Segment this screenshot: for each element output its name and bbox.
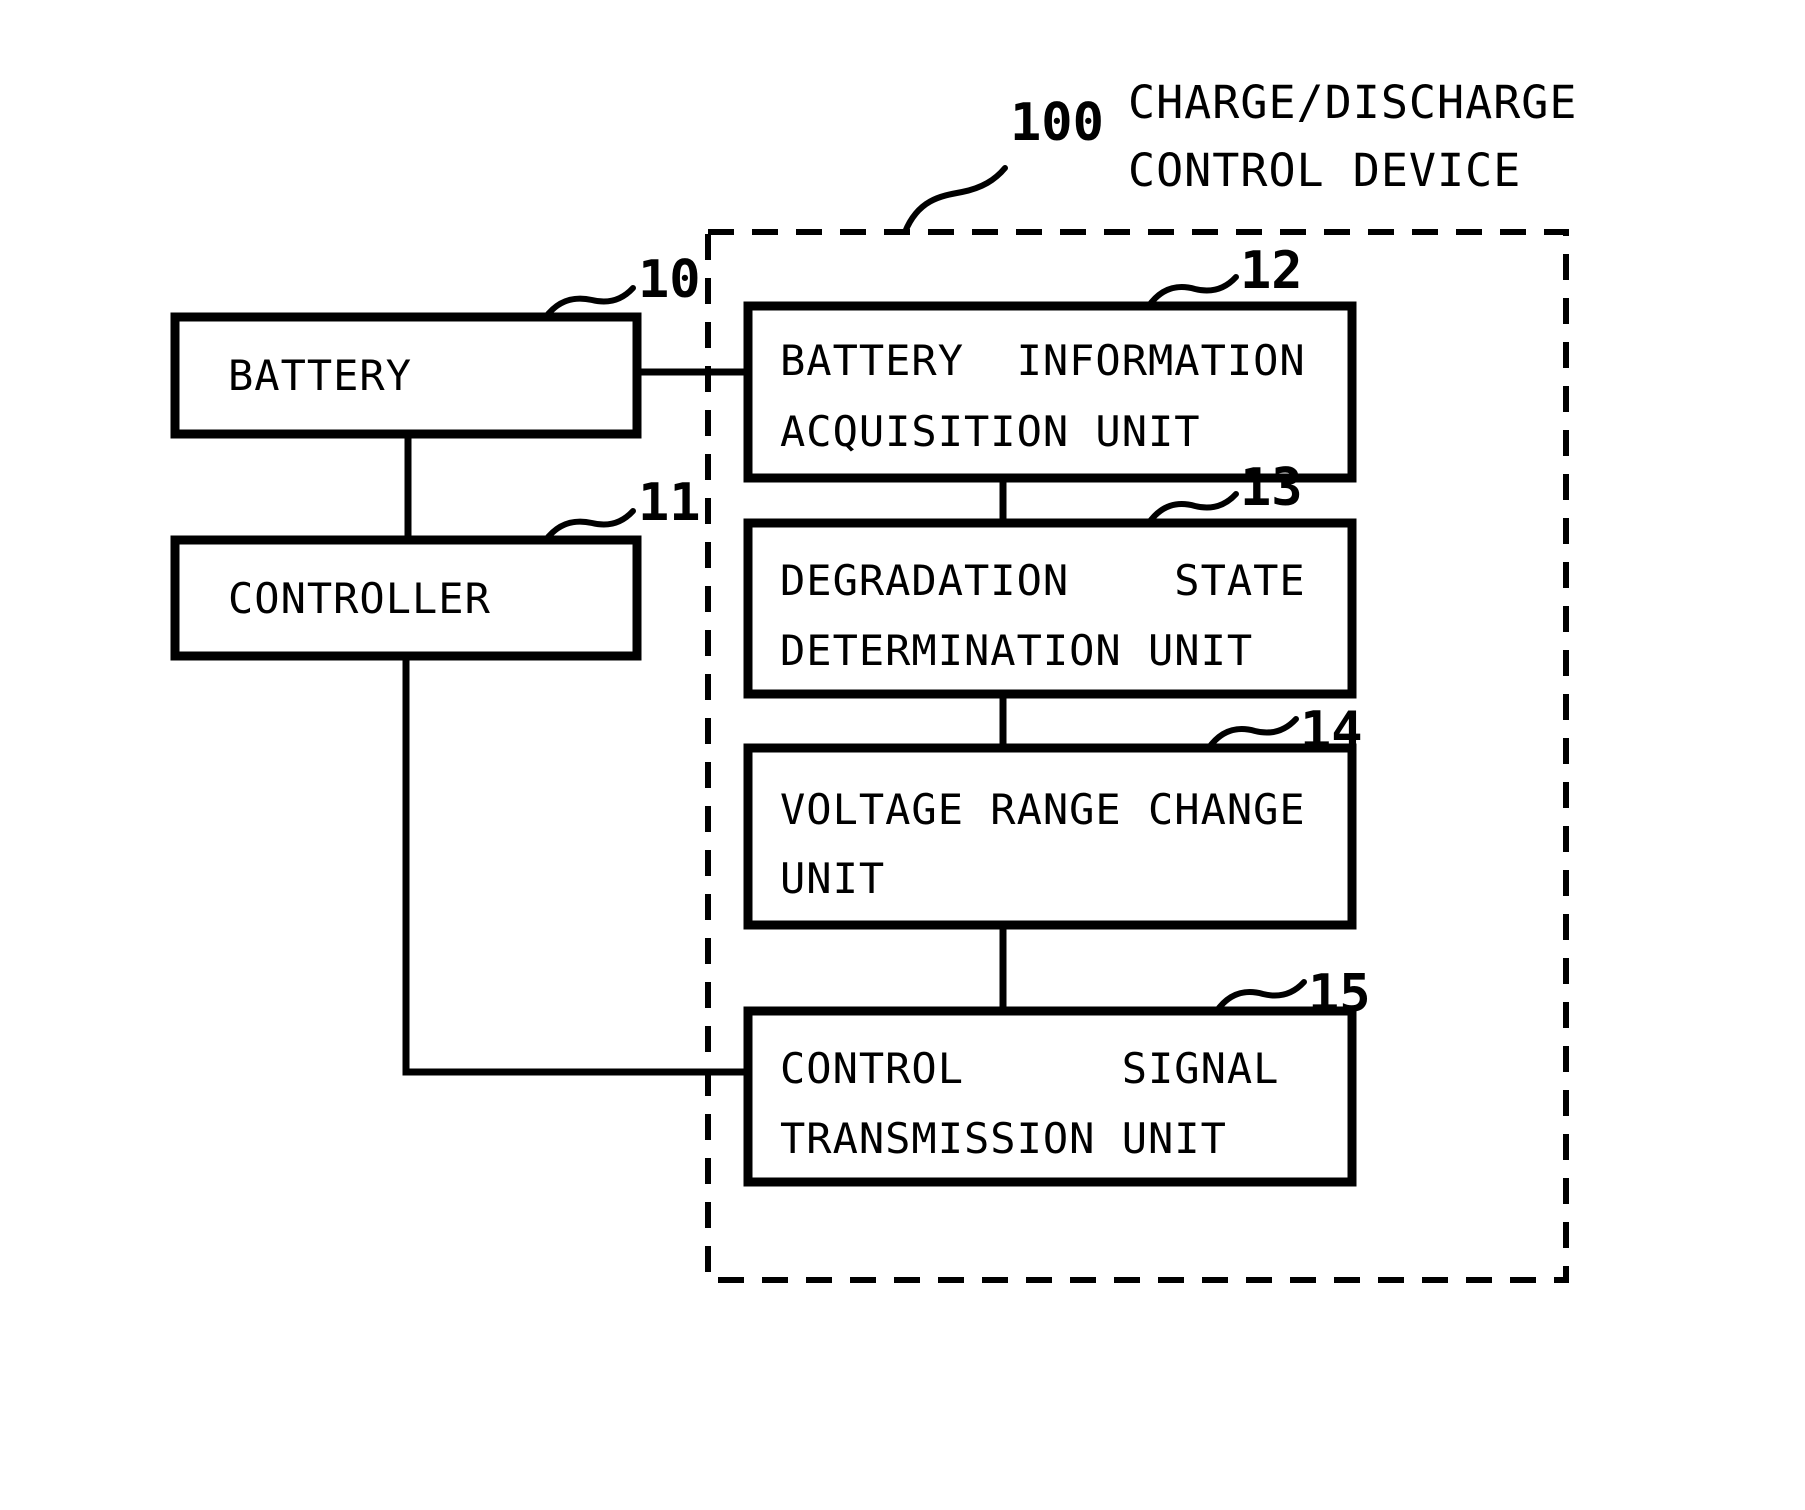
block-diagram-canvas: BATTERY CONTROLLER BATTERY INFORMATION A… [170,76,1577,1283]
block-14-label-line1: VOLTAGE RANGE CHANGE [780,785,1306,834]
leader-line-100 [902,165,1008,235]
block-14-label-line2: UNIT [780,854,885,903]
block-controller-label: CONTROLLER [228,574,491,623]
block-controller[interactable]: CONTROLLER [170,535,642,661]
reference-numeral-15: 15 [1308,964,1371,1024]
block-12-label-line1: BATTERY INFORMATION [780,336,1306,385]
block-degradation-state-determination-unit[interactable]: DEGRADATION STATE DETERMINATION UNIT [743,518,1357,699]
figure-title-line1: CHARGE/DISCHARGE [1128,76,1577,129]
patent-figure: BATTERY CONTROLLER BATTERY INFORMATION A… [0,0,1805,1510]
reference-numeral-13: 13 [1240,458,1303,518]
reference-numeral-100: 100 [1010,93,1104,153]
reference-numeral-14: 14 [1300,701,1363,761]
block-15-label-line2: TRANSMISSION UNIT [780,1114,1227,1163]
reference-numeral-11: 11 [638,473,701,533]
block-voltage-range-change-unit[interactable]: VOLTAGE RANGE CHANGE UNIT [743,743,1357,930]
block-13-label-line2: DETERMINATION UNIT [780,626,1253,675]
block-control-signal-transmission-unit[interactable]: CONTROL SIGNAL TRANSMISSION UNIT [743,1006,1357,1187]
reference-numeral-12: 12 [1240,241,1303,301]
reference-numeral-10: 10 [638,250,701,310]
block-15-label-line1: CONTROL SIGNAL [780,1044,1279,1093]
block-battery-information-acquisition-unit[interactable]: BATTERY INFORMATION ACQUISITION UNIT [743,301,1357,483]
wire-controller-to-control-signal [402,656,748,1076]
figure-title-line2: CONTROL DEVICE [1128,144,1521,197]
block-13-label-line1: DEGRADATION STATE [780,556,1306,605]
block-12-label-line2: ACQUISITION UNIT [780,407,1201,456]
block-battery[interactable]: BATTERY [170,312,642,439]
block-battery-label: BATTERY [228,351,412,400]
